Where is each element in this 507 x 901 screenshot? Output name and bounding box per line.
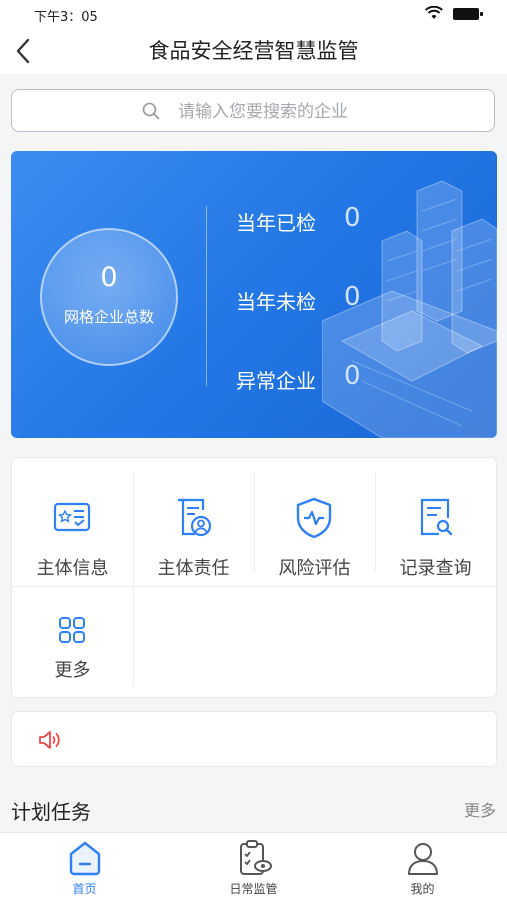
menu-grid: 主体信息 主体责任 风险评估 记录查询 更多 xyxy=(11,457,497,698)
search-icon xyxy=(142,102,160,120)
document-user-icon xyxy=(178,498,212,537)
speaker-icon xyxy=(39,731,60,749)
stats-divider xyxy=(206,206,207,386)
document-search-icon xyxy=(420,498,453,536)
page-title: 食品安全经营智慧监管 xyxy=(148,39,359,63)
stats-card: 0 网格企业总数 当年已检 0 当年未检 0 异常企业 0 xyxy=(11,151,497,438)
menu-label: 主体责任 xyxy=(157,558,230,579)
menu-label: 主体信息 xyxy=(36,558,109,579)
tab-mine[interactable]: 我的 xyxy=(338,833,507,901)
menu-label: 更多 xyxy=(54,660,91,681)
wifi-icon xyxy=(425,6,443,19)
menu-label: 风险评估 xyxy=(278,558,351,579)
menu-item-record-query[interactable]: 记录查询 xyxy=(375,466,496,579)
total-enterprises-value: 0 xyxy=(100,262,118,293)
home-icon xyxy=(69,841,101,876)
status-time: 下午3：05 xyxy=(34,10,98,25)
nav-bar: 食品安全经营智慧监管 xyxy=(0,28,507,74)
stat-uninspected-label: 当年未检 xyxy=(236,290,316,314)
tab-label: 日常监管 xyxy=(229,882,278,896)
stat-uninspected-value: 0 xyxy=(344,282,361,312)
tab-home[interactable]: 首页 xyxy=(0,833,169,901)
stat-inspected-label: 当年已检 xyxy=(236,211,316,235)
menu-item-more[interactable]: 更多 xyxy=(12,578,133,690)
menu-item-risk-assessment[interactable]: 风险评估 xyxy=(254,466,375,579)
total-enterprises-label: 网格企业总数 xyxy=(63,308,154,326)
plan-tasks-more-link[interactable]: 更多 xyxy=(464,797,496,821)
shield-pulse-icon xyxy=(296,497,332,539)
battery-icon xyxy=(453,8,483,20)
stat-abnormal-value: 0 xyxy=(344,361,361,391)
tab-daily-supervision[interactable]: 日常监管 xyxy=(169,833,338,901)
tab-label: 首页 xyxy=(72,882,97,896)
search-input[interactable] xyxy=(176,96,480,128)
search-box[interactable] xyxy=(11,89,495,132)
notice-bar[interactable] xyxy=(11,711,497,767)
user-icon xyxy=(408,843,438,875)
menu-label: 记录查询 xyxy=(399,558,472,579)
stat-abnormal-label: 异常企业 xyxy=(236,369,316,393)
id-card-icon xyxy=(53,502,91,532)
total-enterprises-circle: 0 网格企业总数 xyxy=(40,228,178,366)
menu-item-subject-info[interactable]: 主体信息 xyxy=(12,466,133,579)
grid-icon xyxy=(59,617,85,643)
tab-label: 我的 xyxy=(410,882,435,896)
clipboard-eye-icon xyxy=(240,840,272,875)
status-bar: 下午3：05 xyxy=(0,0,507,28)
plan-tasks-title: 计划任务 xyxy=(11,800,91,824)
stat-inspected-value: 0 xyxy=(344,203,361,233)
tab-bar: 首页 日常监管 我的 xyxy=(0,832,507,901)
menu-item-subject-responsibility[interactable]: 主体责任 xyxy=(133,466,254,579)
